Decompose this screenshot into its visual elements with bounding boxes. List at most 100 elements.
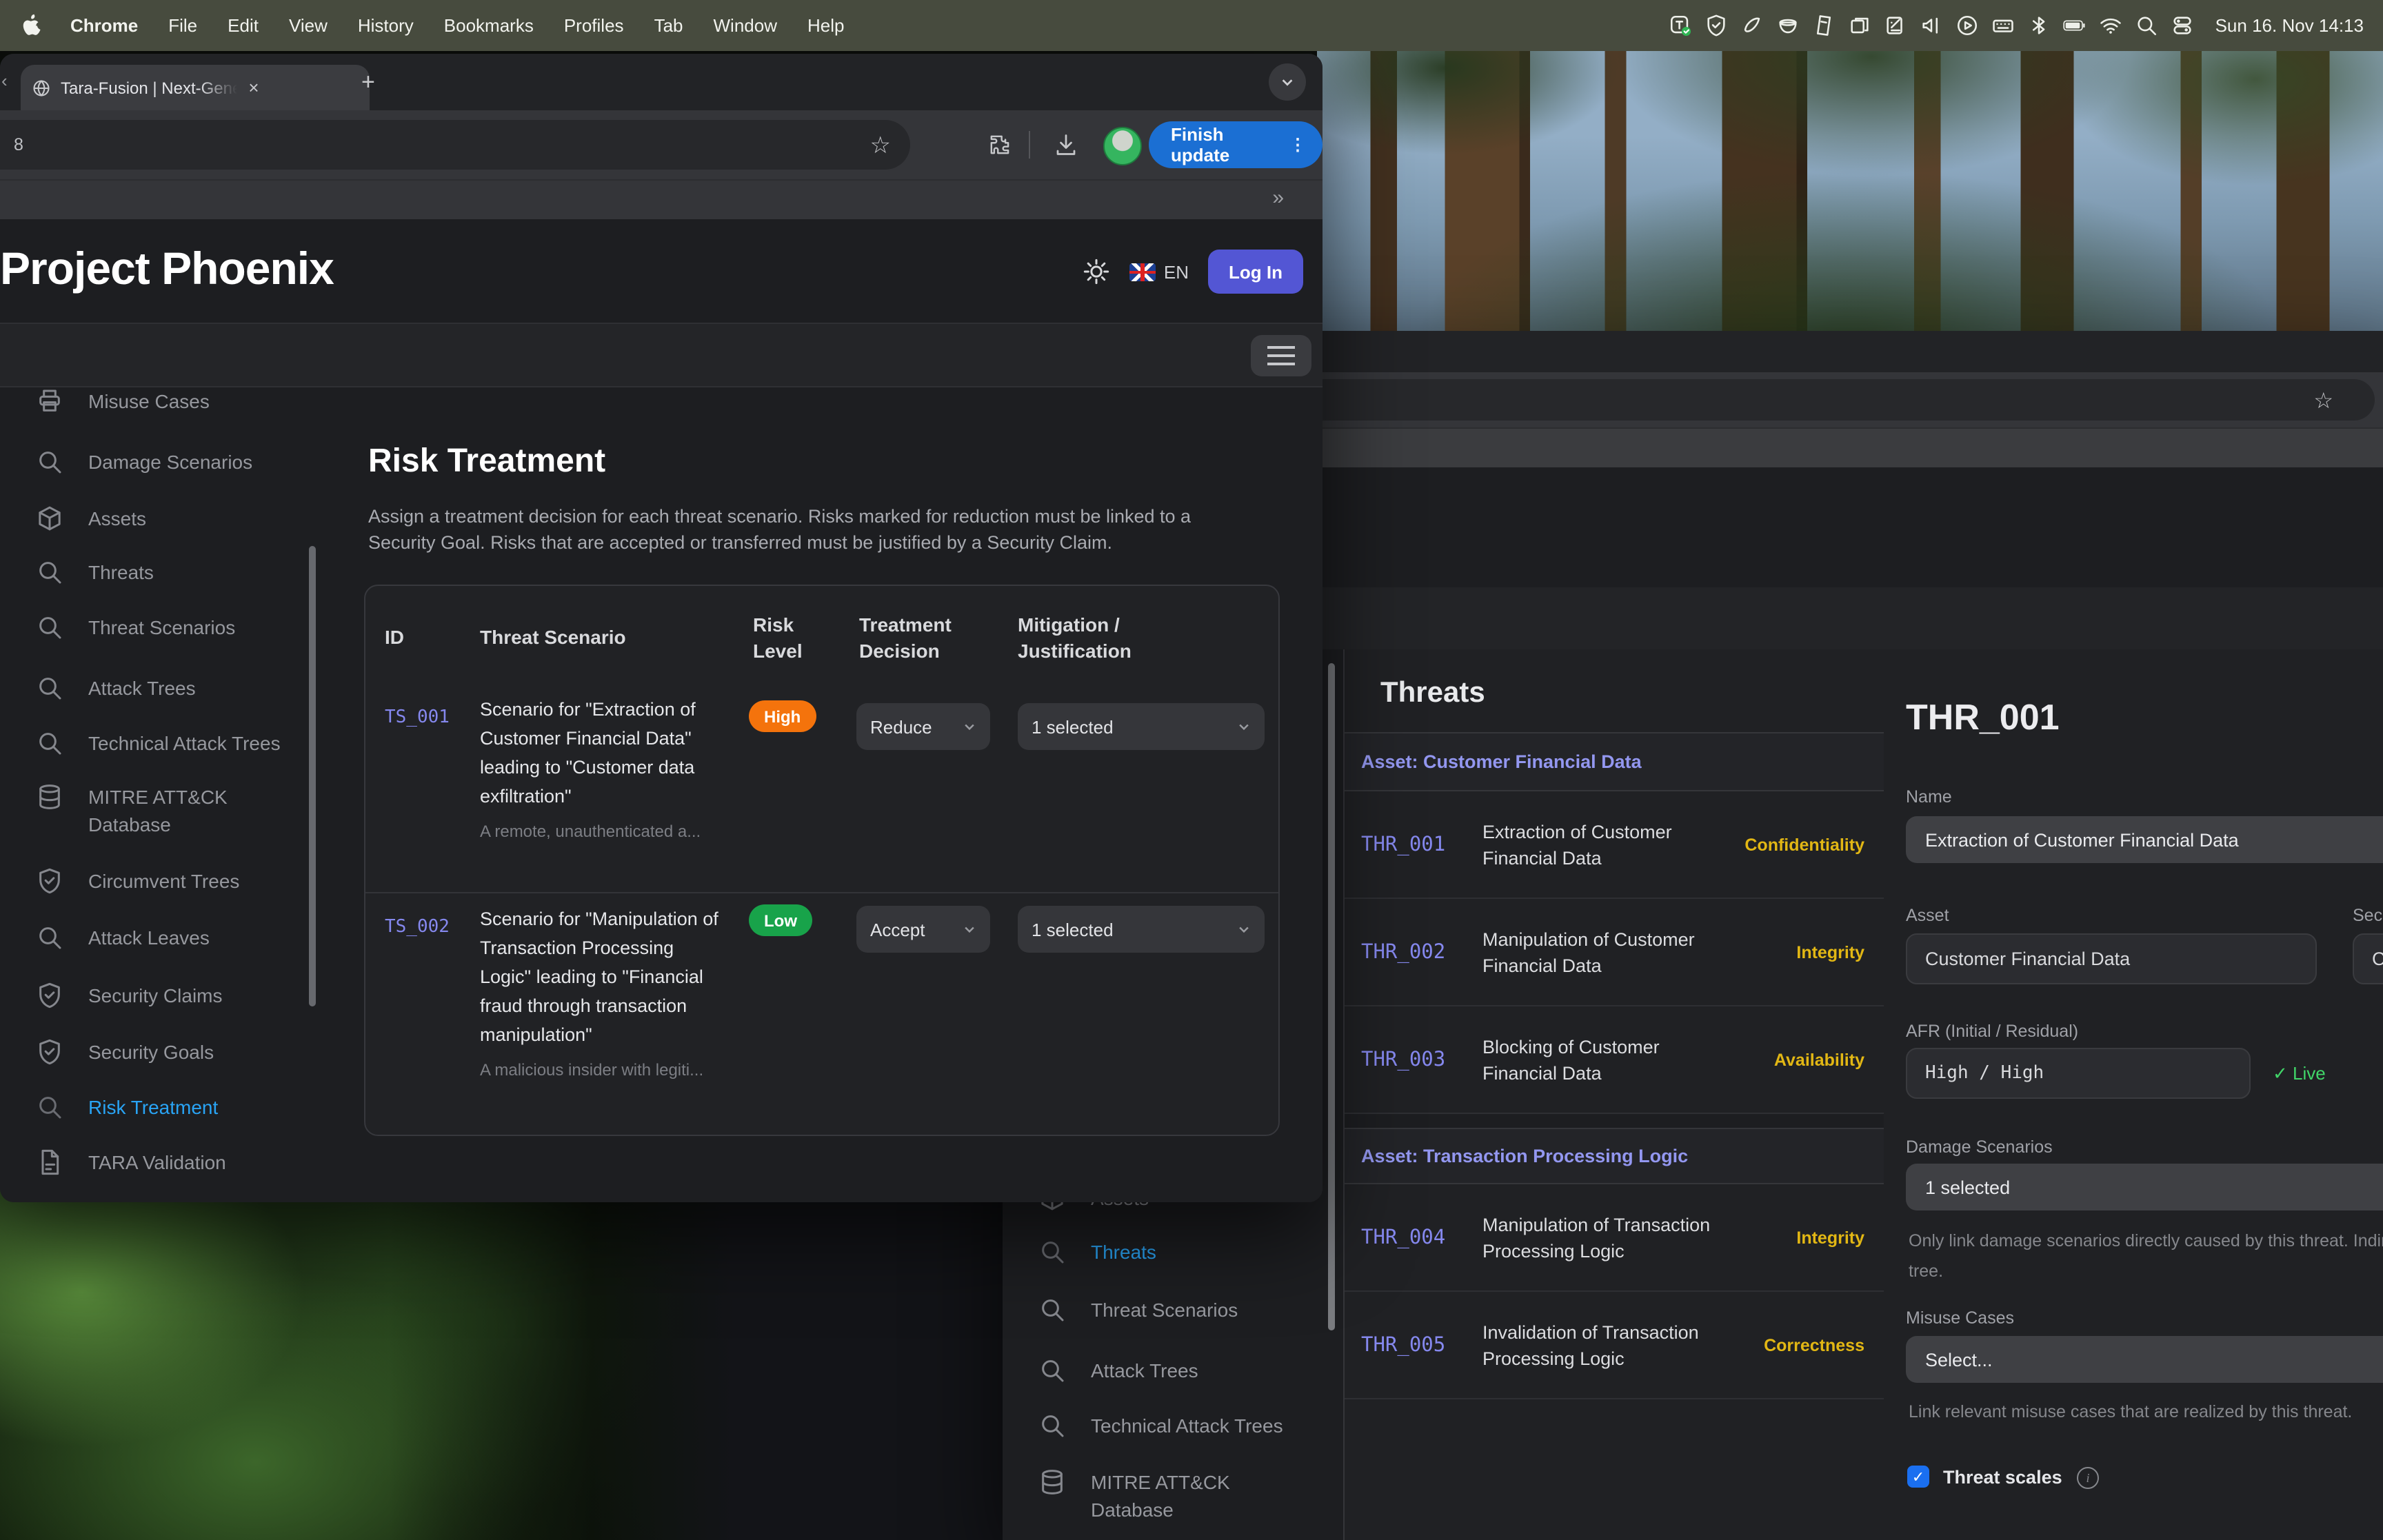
- play-status-icon[interactable]: [1956, 14, 1980, 37]
- threats-panel-title: Threats: [1380, 677, 1485, 710]
- sidebar-scrollbar[interactable]: [309, 546, 316, 1006]
- sidebar-item-label: Damage Scenarios: [88, 448, 252, 476]
- browser-menu-dots-icon[interactable]: ⋮: [1289, 135, 1306, 154]
- macos-menu-bar: Chrome File Edit View History Bookmarks …: [0, 0, 2383, 51]
- shield-status-icon[interactable]: [1705, 14, 1729, 37]
- table-row[interactable]: TS_001 Scenario for "Extraction of Custo…: [365, 691, 1278, 892]
- sidebar-item-security-claims[interactable]: Security Claims: [0, 982, 312, 1009]
- control-center-icon[interactable]: [2171, 14, 2195, 37]
- sidebar-item-attack-trees[interactable]: Attack Trees: [1003, 1357, 1314, 1384]
- bookmark-star-icon[interactable]: ☆: [870, 132, 892, 160]
- keyboard-status-icon[interactable]: [1992, 14, 2015, 37]
- sidebar-scrollbar[interactable]: [1328, 663, 1335, 1330]
- menu-item-window[interactable]: Window: [698, 15, 793, 36]
- sidebar-item-label: Attack Trees: [1091, 1357, 1198, 1384]
- sidebar-item-mitre[interactable]: MITRE ATT&CK Database: [1003, 1468, 1280, 1523]
- threat-property: Integrity: [1796, 1228, 1864, 1247]
- extensions-puzzle-icon[interactable]: [987, 132, 1012, 157]
- menu-item-view[interactable]: View: [274, 15, 343, 36]
- sidebar-item-label: MITRE ATT&CK Database: [1091, 1468, 1256, 1523]
- hamburger-menu-button[interactable]: [1251, 335, 1311, 376]
- sidebar-item-threats[interactable]: Threats: [0, 558, 312, 586]
- menu-item-profiles[interactable]: Profiles: [549, 15, 639, 36]
- threat-row[interactable]: THR_001 Extraction of Customer Financial…: [1345, 791, 1884, 899]
- clipboard-status-icon[interactable]: [1884, 14, 1908, 37]
- download-icon[interactable]: [1054, 132, 1078, 157]
- apple-menu-icon[interactable]: [0, 14, 55, 37]
- url-fragment: 8: [14, 135, 23, 154]
- menu-item-bookmarks[interactable]: Bookmarks: [429, 15, 549, 36]
- sidebar-item-circumvent-trees[interactable]: Circumvent Trees: [0, 867, 312, 895]
- sidebar-item-threats[interactable]: Threats: [1003, 1238, 1314, 1266]
- new-tab-button[interactable]: +: [361, 70, 375, 94]
- tab-close-icon[interactable]: ×: [243, 77, 265, 98]
- sidebar-item-technical-attack-trees[interactable]: Technical Attack Trees: [0, 729, 312, 757]
- sidebar-item-attack-leaves[interactable]: Attack Leaves: [0, 924, 312, 951]
- partial-tab-icon[interactable]: ‹: [1, 70, 8, 91]
- sidebar-item-technical-attack-trees[interactable]: Technical Attack Trees: [1003, 1412, 1314, 1439]
- menu-item-file[interactable]: File: [153, 15, 212, 36]
- menu-item-chrome[interactable]: Chrome: [55, 15, 153, 36]
- mute-icon[interactable]: [1920, 14, 1944, 37]
- threat-detail-panel: THR_001 Name Extraction of Customer Fina…: [1884, 649, 2383, 1540]
- sidebar-item-risk-treatment[interactable]: Risk Treatment: [0, 1093, 312, 1121]
- treatment-decision-select[interactable]: Reduce: [856, 703, 990, 750]
- wifi-icon[interactable]: [2100, 14, 2123, 37]
- sidebar-item-damage-scenarios[interactable]: Damage Scenarios: [0, 448, 312, 476]
- windows-status-icon[interactable]: [1849, 14, 1872, 37]
- browser-tab[interactable]: Tara-Fusion | Next-Generation ×: [21, 65, 370, 110]
- theme-sun-icon[interactable]: [1083, 258, 1110, 285]
- chevron-down-icon: [1237, 720, 1251, 733]
- info-icon[interactable]: i: [2077, 1467, 2099, 1489]
- bookmarks-overflow-chevron[interactable]: »: [1272, 186, 1284, 210]
- column-header-risk: Risk Level: [753, 612, 822, 665]
- sidebar-item-security-goals[interactable]: Security Goals: [0, 1038, 312, 1066]
- address-bar[interactable]: 8 ☆: [0, 120, 910, 170]
- sidebar-item-mitre[interactable]: MITRE ATT&CK Database: [0, 783, 277, 838]
- textmate-status-icon[interactable]: [1669, 14, 1693, 37]
- sidebar-item-attack-trees[interactable]: Attack Trees: [0, 674, 312, 702]
- sidebar-item-tara-validation[interactable]: TARA Validation: [0, 1148, 312, 1176]
- sidebar-item-misuse-cases[interactable]: Misuse Cases: [0, 387, 312, 415]
- sidebar-item-threat-scenarios[interactable]: Threat Scenarios: [0, 614, 312, 641]
- table-row[interactable]: TS_002 Scenario for "Manipulation of Tra…: [365, 892, 1278, 1135]
- threat-row[interactable]: THR_003 Blocking of Customer Financial D…: [1345, 1006, 1884, 1114]
- caffeine-cup-icon[interactable]: [1777, 14, 1800, 37]
- profile-avatar[interactable]: [1103, 127, 1142, 165]
- menu-item-tab[interactable]: Tab: [639, 15, 698, 36]
- mitigation-select[interactable]: 1 selected: [1018, 703, 1265, 750]
- menu-item-history[interactable]: History: [343, 15, 429, 36]
- spotlight-search-icon[interactable]: [2135, 14, 2159, 37]
- menu-bar-clock[interactable]: Sun 16. Nov 14:13: [2215, 15, 2364, 36]
- cube-icon: [36, 505, 63, 532]
- mitigation-select[interactable]: 1 selected: [1018, 906, 1265, 953]
- threat-row[interactable]: THR_005 Invalidation of Transaction Proc…: [1345, 1292, 1884, 1399]
- misuse-cases-select[interactable]: Select...: [1906, 1336, 2383, 1383]
- name-value: Extraction of Customer Financial Data: [1925, 829, 2239, 850]
- menu-item-edit[interactable]: Edit: [212, 15, 274, 36]
- treatment-decision-select[interactable]: Accept: [856, 906, 990, 953]
- bluetooth-icon[interactable]: [2028, 14, 2051, 37]
- app-body: Misuse Cases Damage Scenarios Assets Thr…: [0, 387, 1323, 1202]
- language-switcher[interactable]: EN: [1129, 261, 1189, 282]
- bookmark-star-icon[interactable]: ☆: [2313, 387, 2333, 415]
- decision-value: Reduce: [870, 716, 932, 737]
- swoosh-status-icon[interactable]: [1741, 14, 1764, 37]
- search-icon: [1038, 1412, 1066, 1439]
- sidebar-item-threat-scenarios[interactable]: Threat Scenarios: [1003, 1296, 1314, 1324]
- threat-group-header: Asset: Transaction Processing Logic: [1345, 1129, 1884, 1184]
- damage-scenarios-value: 1 selected: [1925, 1177, 2010, 1197]
- sidebar-item-assets[interactable]: Assets: [0, 505, 312, 532]
- name-input[interactable]: Extraction of Customer Financial Data: [1906, 816, 2383, 863]
- notes-status-icon[interactable]: [1813, 14, 1836, 37]
- threats-panel: Threats Asset: Customer Financial Data T…: [1343, 649, 1885, 1540]
- menu-item-help[interactable]: Help: [792, 15, 860, 36]
- battery-icon[interactable]: [2064, 14, 2087, 37]
- login-button[interactable]: Log In: [1208, 250, 1303, 294]
- finish-update-button[interactable]: Finish update ⋮: [1149, 121, 1323, 168]
- tab-search-button[interactable]: [1269, 63, 1306, 101]
- damage-scenarios-select[interactable]: 1 selected: [1906, 1164, 2383, 1210]
- threat-row[interactable]: THR_004 Manipulation of Transaction Proc…: [1345, 1184, 1884, 1292]
- threat-row[interactable]: THR_002 Manipulation of Customer Financi…: [1345, 899, 1884, 1006]
- threat-scales-checkbox[interactable]: ✓: [1907, 1466, 1929, 1488]
